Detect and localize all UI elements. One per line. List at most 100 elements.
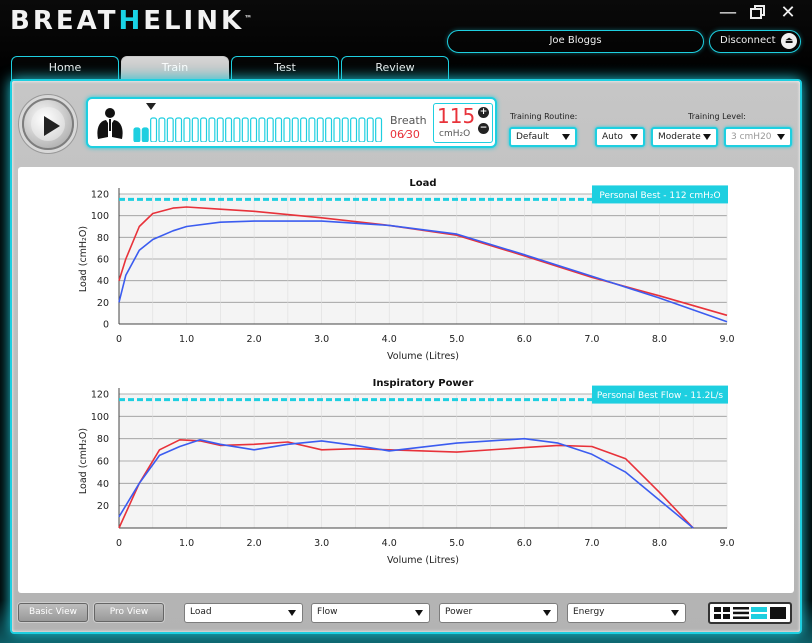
list-layout-icon[interactable] (732, 607, 749, 619)
chart-title: Inspiratory Power (373, 378, 474, 389)
x-tick-label: 4.0 (382, 334, 397, 345)
close-icon[interactable]: ✕ (778, 3, 798, 23)
progress-bar-pending (358, 117, 366, 142)
chart3-select[interactable]: Power (439, 603, 558, 623)
x-axis-label: Volume (Litres) (387, 555, 459, 566)
y-tick-label: 60 (97, 457, 109, 468)
progress-bar-pending (258, 117, 266, 142)
auto-value: Auto (602, 132, 623, 142)
chevron-down-icon (671, 610, 679, 616)
progress-bar-pending (308, 117, 316, 142)
y-tick-label: 0 (103, 320, 109, 331)
chart1-value: Load (190, 607, 212, 617)
x-tick-label: 3.0 (314, 334, 329, 345)
y-tick-label: 100 (91, 211, 109, 222)
x-tick-label: 5.0 (449, 538, 464, 549)
routine-label: Training Routine: (510, 112, 578, 121)
chart3-value: Power (445, 607, 473, 617)
personal-best-label: Personal Best Flow - 11.2L/s (597, 391, 724, 401)
x-tick-label: 3.0 (314, 538, 329, 549)
load-value: 115 (437, 104, 476, 128)
chart-0: 0 20 40 60 80 100 120 0 1.0 2.0 3.0 4.0 5.0 6.0 7.0 8.0… (78, 178, 735, 362)
progress-bar-pending (291, 117, 299, 142)
pro-view-button[interactable]: Pro View (94, 603, 164, 622)
step-select[interactable]: 3 cmH20 (724, 127, 792, 147)
progress-bar-pending (350, 117, 358, 142)
basic-view-button[interactable]: Basic View (18, 603, 88, 622)
progress-bar-pending (200, 117, 208, 142)
grid-layout-icon[interactable] (714, 607, 731, 619)
progress-bar-pending (166, 117, 174, 142)
chart2-value: Flow (317, 607, 338, 617)
two-row-layout-icon[interactable] (751, 607, 768, 619)
progress-bar-pending (241, 117, 249, 142)
y-tick-label: 100 (91, 412, 109, 423)
x-tick-label: 8.0 (652, 334, 667, 345)
chevron-down-icon (630, 134, 638, 140)
level-label: Training Level: (688, 112, 746, 121)
y-axis-label: Load (cmH₂O) (78, 428, 89, 494)
x-tick-label: 7.0 (584, 538, 599, 549)
x-tick-label: 9.0 (719, 334, 734, 345)
minimize-icon[interactable]: — (718, 3, 738, 23)
y-tick-label: 20 (97, 298, 109, 309)
chart4-select[interactable]: Energy (567, 603, 686, 623)
single-layout-icon[interactable] (769, 607, 786, 619)
chart2-select[interactable]: Flow (311, 603, 430, 623)
y-tick-label: 20 (97, 501, 109, 512)
progress-bar-pending (266, 117, 274, 142)
tab-review[interactable]: Review (341, 56, 449, 80)
chevron-down-icon (288, 610, 296, 616)
tab-home[interactable]: Home (11, 56, 119, 80)
play-button[interactable] (22, 98, 74, 150)
load-readout: 115 cmH₂O + − (433, 103, 493, 143)
auto-select[interactable]: Auto (595, 127, 645, 147)
x-tick-label: 2.0 (247, 334, 262, 345)
progress-bar-pending (375, 117, 383, 142)
chevron-down-icon (543, 610, 551, 616)
eject-icon: ⏏ (781, 33, 797, 49)
increase-load-button[interactable]: + (478, 107, 489, 118)
progress-bar-pending (216, 117, 224, 142)
progress-bar-pending (325, 117, 333, 142)
progress-bar-pending (333, 117, 341, 142)
x-tick-label: 0 (116, 334, 122, 345)
tab-bar: Home Train Test Review (11, 56, 449, 82)
y-axis-label: Load (cmH₂O) (78, 226, 89, 292)
chevron-down-icon (703, 134, 711, 140)
decrease-load-button[interactable]: − (478, 123, 489, 134)
progress-bar-pending (150, 117, 158, 142)
level-value: Moderate (658, 132, 701, 142)
progress-bar-pending (366, 117, 374, 142)
progress-bar-pending (233, 117, 241, 142)
progress-bar-pending (300, 117, 308, 142)
progress-bar-pending (175, 117, 183, 142)
x-tick-label: 1.0 (179, 538, 194, 549)
chart-title: Load (409, 178, 436, 189)
tab-test[interactable]: Test (231, 56, 339, 80)
chart4-value: Energy (573, 607, 605, 617)
restore-icon[interactable] (748, 3, 768, 23)
progress-bar-pending (225, 117, 233, 142)
disconnect-button[interactable]: Disconnect ⏏ (709, 30, 801, 53)
progress-bar-pending (283, 117, 291, 142)
progress-bar-complete (141, 127, 149, 142)
step-value: 3 cmH20 (731, 132, 772, 142)
y-tick-label: 40 (97, 276, 109, 287)
personal-best-label: Personal Best - 112 cmH₂O (599, 191, 720, 201)
routine-value: Default (516, 132, 549, 142)
y-tick-label: 120 (91, 390, 109, 401)
chart1-select[interactable]: Load (184, 603, 303, 623)
breath-count: 06⁄30 (390, 128, 420, 141)
y-tick-label: 80 (97, 434, 109, 445)
level-select[interactable]: Moderate (651, 127, 718, 147)
progress-bar-pending (191, 117, 199, 142)
app-logo: BREATHELINK™ (10, 6, 253, 36)
x-tick-label: 4.0 (382, 538, 397, 549)
chevron-down-icon (415, 610, 423, 616)
x-tick-label: 7.0 (584, 334, 599, 345)
breath-label: Breath (390, 114, 427, 127)
progress-bar-pending (208, 117, 216, 142)
progress-bar-pending (183, 117, 191, 142)
routine-select[interactable]: Default (509, 127, 577, 147)
